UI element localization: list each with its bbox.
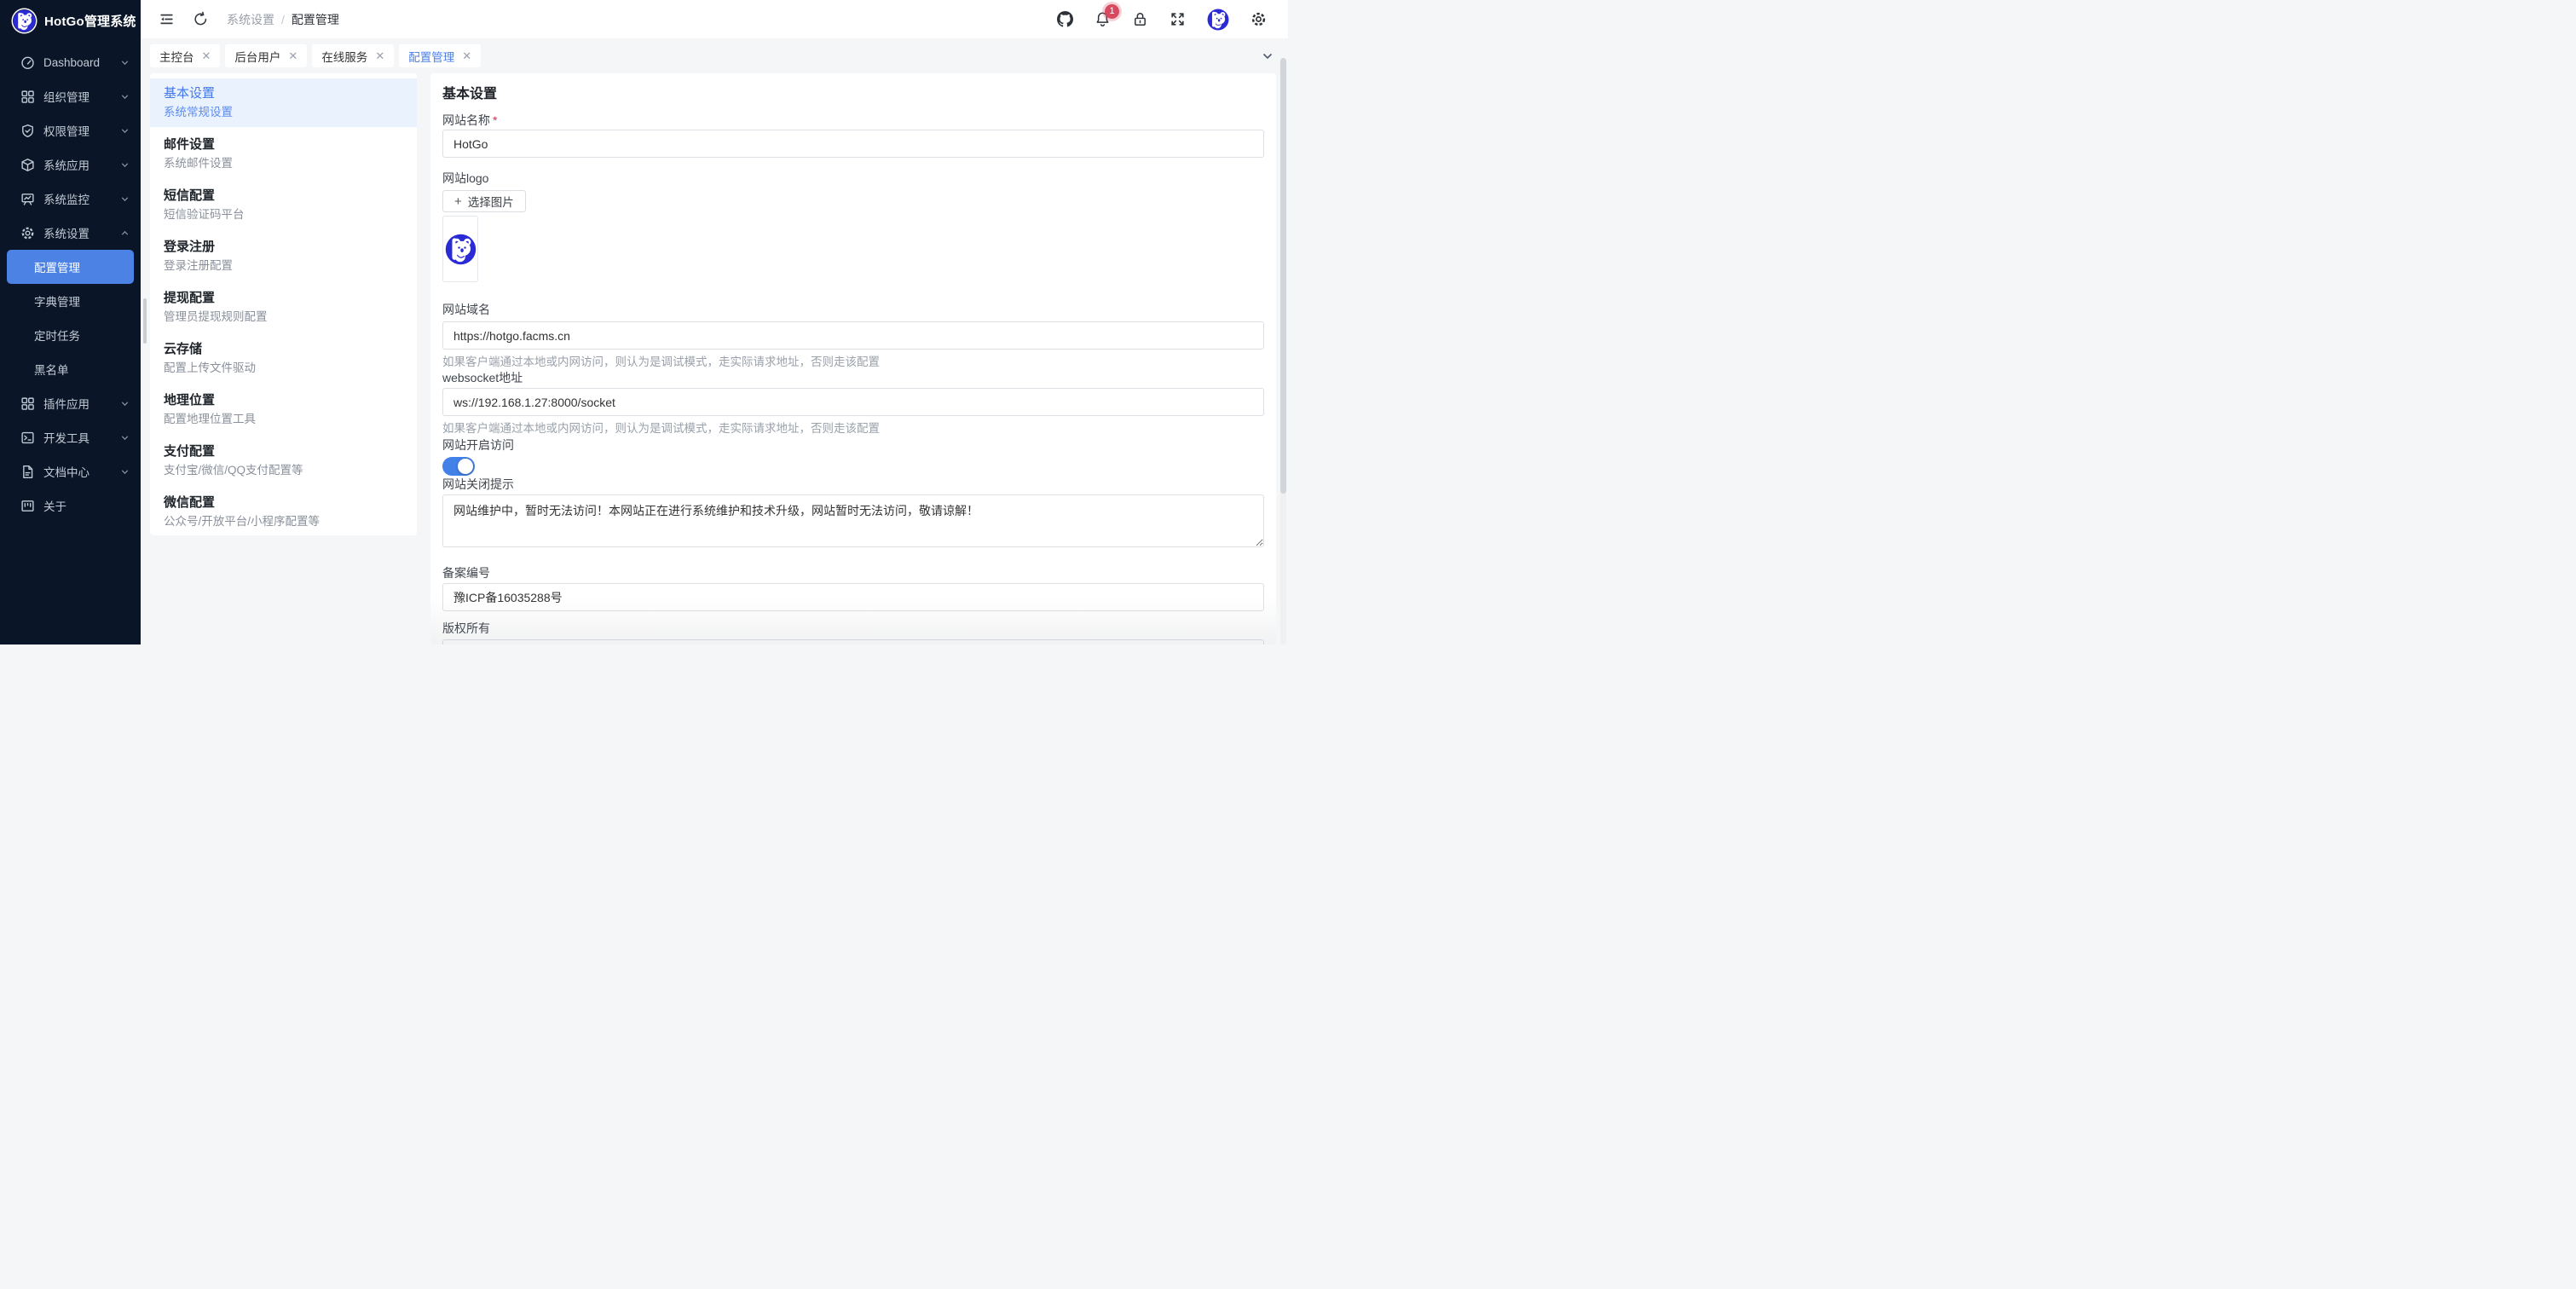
chevron-down-icon: [120, 92, 130, 101]
menu-fold-icon[interactable]: [159, 11, 175, 27]
tab-strip: 主控台 ✕ 后台用户 ✕ 在线服务 ✕ 配置管理 ✕: [141, 38, 1288, 73]
settings-nav-item-withdrawal[interactable]: 提现配置 管理员提现规则配置: [150, 283, 417, 332]
cube-icon: [20, 158, 35, 172]
site-logo-label: 网站logo: [442, 170, 488, 187]
github-icon[interactable]: [1057, 11, 1073, 27]
sidebar-item-system-apps[interactable]: 系统应用: [0, 147, 141, 182]
notification-badge: 1: [1105, 4, 1119, 19]
koala-logo-icon: [13, 9, 36, 32]
settings-nav-item-basic[interactable]: 基本设置 系统常规设置: [150, 78, 417, 127]
app-title: HotGo管理系统: [44, 12, 136, 30]
settings-nav-scrollbar-thumb[interactable]: [143, 298, 147, 344]
page-scrollbar-thumb[interactable]: [1280, 58, 1286, 494]
sidebar-subitem-dictionary-management[interactable]: 字典管理: [0, 284, 141, 318]
shield-check-icon: [20, 124, 35, 138]
close-tip-textarea[interactable]: 网站维护中，暂时无法访问！本网站正在进行系统维护和技术升级，网站暂时无法访问，敬…: [442, 494, 1264, 547]
document-icon: [20, 465, 35, 479]
required-asterisk: *: [493, 113, 497, 127]
sidebar-item-about[interactable]: 关于: [0, 488, 141, 523]
app-window: HotGo管理系统 Dashboard 组织管理: [0, 0, 1288, 644]
domain-input[interactable]: [442, 321, 1264, 350]
copyright-label: 版权所有: [442, 620, 490, 637]
basic-settings-form: 基本设置 网站名称* 网站logo + 选择图片 网站域名 如果客户端通过本地或…: [430, 73, 1276, 644]
domain-helper: 如果客户端通过本地或内网访问，则认为是调试模式，走实际请求地址，否则走该配置: [442, 354, 880, 370]
copyright-input[interactable]: [442, 639, 1264, 644]
sidebar-item-plugins[interactable]: 插件应用: [0, 386, 141, 420]
breadcrumb-section[interactable]: 系统设置: [227, 11, 274, 28]
domain-label: 网站域名: [442, 301, 490, 318]
brand[interactable]: HotGo管理系统: [0, 0, 141, 41]
dashboard-icon: [20, 55, 35, 70]
chevron-down-icon: [120, 467, 130, 477]
tab-dashboard[interactable]: 主控台 ✕: [150, 44, 220, 67]
avatar[interactable]: [1207, 9, 1229, 31]
breadcrumb: 系统设置 / 配置管理: [227, 11, 339, 28]
plugin-grid-icon: [20, 396, 35, 411]
fullscreen-icon[interactable]: [1170, 11, 1186, 27]
form-heading: 基本设置: [442, 82, 497, 102]
sidebar: HotGo管理系统 Dashboard 组织管理: [0, 0, 141, 644]
settings-nav-item-login-register[interactable]: 登录注册 登录注册配置: [150, 232, 417, 280]
settings-nav-item-cloud-storage[interactable]: 云存储 配置上传文件驱动: [150, 334, 417, 383]
sidebar-subitem-blacklist[interactable]: 黑名单: [0, 352, 141, 386]
chevron-down-icon: [120, 399, 130, 408]
close-icon[interactable]: ✕: [288, 50, 297, 61]
chevron-down-icon[interactable]: [1261, 49, 1274, 63]
gear-icon[interactable]: [1250, 11, 1267, 27]
sidebar-item-system-monitor[interactable]: 系统监控: [0, 182, 141, 216]
site-open-toggle[interactable]: [442, 457, 475, 476]
chevron-down-icon: [120, 160, 130, 170]
site-logo-thumbnail[interactable]: [442, 216, 478, 282]
chevron-down-icon: [120, 58, 130, 67]
settings-nav-item-email[interactable]: 邮件设置 系统邮件设置: [150, 130, 417, 178]
sidebar-item-dashboard[interactable]: Dashboard: [0, 45, 141, 79]
close-icon[interactable]: ✕: [462, 50, 471, 61]
websocket-input[interactable]: [442, 388, 1264, 416]
plus-icon: +: [454, 195, 462, 208]
chevron-down-icon: [120, 126, 130, 136]
site-name-label: 网站名称*: [442, 112, 497, 129]
pick-image-button[interactable]: + 选择图片: [442, 190, 526, 212]
websocket-label: websocket地址: [442, 369, 523, 386]
breadcrumb-current: 配置管理: [292, 11, 339, 28]
sidebar-item-docs-center[interactable]: 文档中心: [0, 454, 141, 488]
org-grid-icon: [20, 90, 35, 104]
tab-backend-users[interactable]: 后台用户 ✕: [225, 44, 307, 67]
settings-nav-item-sms[interactable]: 短信配置 短信验证码平台: [150, 181, 417, 229]
sidebar-subitem-scheduled-tasks[interactable]: 定时任务: [0, 318, 141, 352]
close-icon[interactable]: ✕: [375, 50, 384, 61]
sidebar-item-system-settings[interactable]: 系统设置: [0, 216, 141, 250]
tab-config-management[interactable]: 配置管理 ✕: [399, 44, 481, 67]
sidebar-item-permissions[interactable]: 权限管理: [0, 113, 141, 147]
settings-nav-item-geolocation[interactable]: 地理位置 配置地理位置工具: [150, 385, 417, 434]
toggle-knob: [458, 459, 473, 474]
site-name-input[interactable]: [442, 130, 1264, 158]
settings-nav-panel: 基本设置 系统常规设置 邮件设置 系统邮件设置 短信配置 短信验证码平台 登录注…: [150, 73, 417, 535]
koala-logo-icon: [445, 234, 477, 265]
refresh-icon[interactable]: [193, 11, 209, 27]
close-tip-label: 网站关闭提示: [442, 476, 514, 493]
sidebar-item-organization[interactable]: 组织管理: [0, 79, 141, 113]
top-header: 系统设置 / 配置管理 1: [141, 0, 1288, 38]
site-open-label: 网站开启访问: [442, 436, 514, 454]
gear-icon: [20, 226, 35, 240]
icp-label: 备案编号: [442, 564, 490, 581]
tab-online-service[interactable]: 在线服务 ✕: [312, 44, 394, 67]
lock-icon[interactable]: [1132, 11, 1148, 27]
terminal-icon: [20, 431, 35, 445]
chevron-down-icon: [120, 194, 130, 204]
sidebar-subitem-config-management[interactable]: 配置管理: [7, 250, 134, 284]
notifications[interactable]: 1: [1095, 11, 1111, 27]
monitor-chart-icon: [20, 192, 35, 206]
chevron-up-icon: [120, 228, 130, 238]
icp-input[interactable]: [442, 583, 1264, 611]
settings-nav-item-wechat[interactable]: 微信配置 公众号/开放平台/小程序配置等: [150, 488, 417, 535]
sidebar-item-dev-tools[interactable]: 开发工具: [0, 420, 141, 454]
chevron-down-icon: [120, 433, 130, 442]
sidebar-menu: Dashboard 组织管理 权限管理: [0, 45, 141, 523]
close-icon[interactable]: ✕: [202, 50, 211, 61]
websocket-helper: 如果客户端通过本地或内网访问，则认为是调试模式，走实际请求地址，否则走该配置: [442, 420, 880, 436]
settings-nav-item-payment[interactable]: 支付配置 支付宝/微信/QQ支付配置等: [150, 436, 417, 485]
about-icon: [20, 499, 35, 513]
